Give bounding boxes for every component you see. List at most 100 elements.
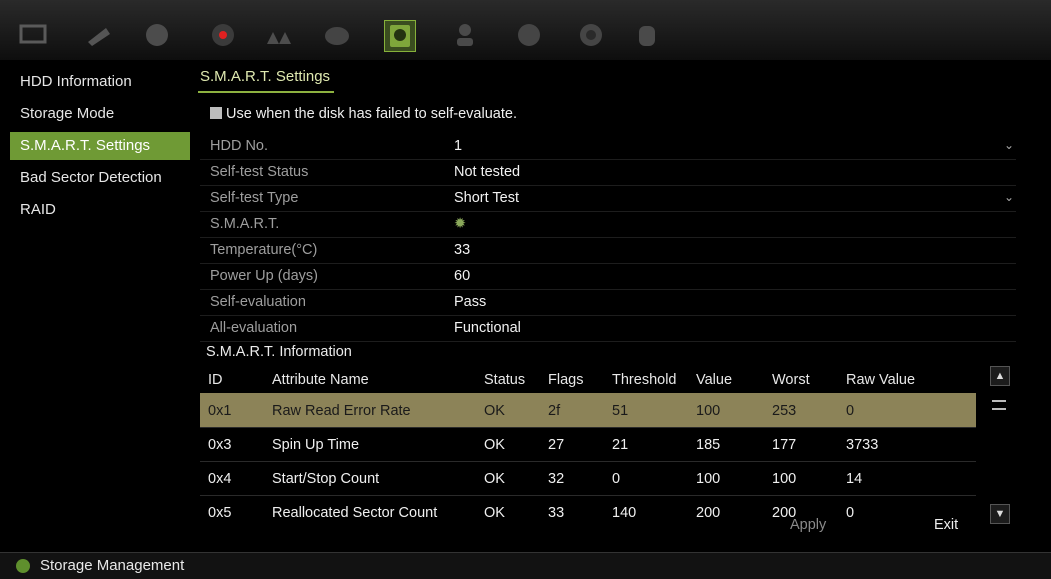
ptz-icon[interactable] xyxy=(142,20,172,50)
maintenance-icon[interactable] xyxy=(632,20,662,50)
field-label: Self-test Type xyxy=(210,190,299,206)
cell-status: OK xyxy=(484,437,505,453)
col-header-attribute-name: Attribute Name xyxy=(272,372,369,388)
field-self-test-type[interactable]: Self-test Type Short Test ⌄ xyxy=(200,187,1016,212)
field-self-test-status: Self-test Status Not tested xyxy=(200,161,1016,186)
field-label: Self-evaluation xyxy=(210,294,306,310)
cell-worst: 253 xyxy=(772,403,797,419)
tab-smart-settings[interactable]: S.M.A.R.T. Settings xyxy=(200,68,330,85)
col-header-value: Value xyxy=(696,372,733,388)
cell-threshold: 51 xyxy=(612,403,629,419)
top-menu-bar xyxy=(0,0,1051,60)
chevron-down-icon[interactable]: ⌄ xyxy=(1004,138,1014,152)
cell-raw-value: 3733 xyxy=(846,437,879,453)
info-icon[interactable] xyxy=(576,20,606,50)
scroll-down-button[interactable]: ▼ xyxy=(990,504,1010,524)
sidebar-item-smart-settings[interactable]: S.M.A.R.T. Settings xyxy=(10,132,190,160)
cell-worst: 100 xyxy=(772,471,797,487)
cell-value: 200 xyxy=(696,505,721,521)
table-row[interactable]: 0x1 Raw Read Error Rate OK 2f 51 100 253… xyxy=(200,393,976,428)
table-row[interactable]: 0x3 Spin Up Time OK 27 21 185 177 3733 xyxy=(200,427,976,462)
field-value: 1 xyxy=(454,138,463,154)
cell-flags: 33 xyxy=(548,505,565,521)
checkbox[interactable] xyxy=(210,107,222,119)
cell-id: 0x5 xyxy=(208,505,232,521)
cell-value: 100 xyxy=(696,471,721,487)
self-evaluate-checkbox-row[interactable]: Use when the disk has failed to self-eva… xyxy=(210,106,517,122)
field-label: S.M.A.R.T. xyxy=(210,216,280,232)
cell-attribute: Start/Stop Count xyxy=(272,471,380,487)
col-header-threshold: Threshold xyxy=(612,372,677,388)
scroll-up-button[interactable]: ▲ xyxy=(990,366,1010,386)
field-label: Temperature(°C) xyxy=(210,242,318,258)
monitor-icon[interactable] xyxy=(18,20,48,50)
status-indicator-icon xyxy=(16,559,30,573)
sidebar-item-raid[interactable]: RAID xyxy=(10,196,190,224)
col-header-worst: Worst xyxy=(772,372,810,388)
cell-worst: 177 xyxy=(772,437,797,453)
cell-status: OK xyxy=(484,471,505,487)
cell-raw-value: 14 xyxy=(846,471,863,487)
cell-flags: 2f xyxy=(548,403,561,419)
network-icon[interactable] xyxy=(322,20,352,50)
cell-status: OK xyxy=(484,505,505,521)
cell-attribute: Raw Read Error Rate xyxy=(272,403,411,419)
user-icon[interactable] xyxy=(450,20,480,50)
sidebar-item-hdd-information[interactable]: HDD Information xyxy=(10,68,190,96)
sidebar-item-storage-mode[interactable]: Storage Mode xyxy=(10,100,190,128)
gear-icon[interactable]: ✹ xyxy=(454,216,466,232)
field-value: 33 xyxy=(454,242,471,258)
cell-id: 0x3 xyxy=(208,437,232,453)
cell-attribute: Spin Up Time xyxy=(272,437,360,453)
field-hdd-no[interactable]: HDD No. 1 ⌄ xyxy=(200,135,1016,160)
cell-flags: 27 xyxy=(548,437,565,453)
cell-value: 100 xyxy=(696,403,721,419)
scrollbar-thumb[interactable] xyxy=(992,400,1006,410)
field-self-evaluation: Self-evaluation Pass xyxy=(200,291,1016,316)
alarm-icon[interactable] xyxy=(264,20,294,50)
chevron-down-icon[interactable]: ⌄ xyxy=(1004,190,1014,204)
cell-attribute: Reallocated Sector Count xyxy=(272,505,438,521)
hdd-icon[interactable] xyxy=(384,20,416,52)
field-value: Short Test xyxy=(454,190,520,206)
field-smart: S.M.A.R.T. ✹ xyxy=(200,213,1016,238)
cell-status: OK xyxy=(484,403,505,419)
field-label: HDD No. xyxy=(210,138,269,154)
field-power-up: Power Up (days) 60 xyxy=(200,265,1016,290)
cell-threshold: 21 xyxy=(612,437,629,453)
field-all-evaluation: All-evaluation Functional xyxy=(200,317,1016,342)
table-row[interactable]: 0x4 Start/Stop Count OK 32 0 100 100 14 xyxy=(200,461,976,496)
field-label: Power Up (days) xyxy=(210,268,318,284)
cell-id: 0x1 xyxy=(208,403,232,419)
col-header-status: Status xyxy=(484,372,526,388)
smart-table: 0x1 Raw Read Error Rate OK 2f 51 100 253… xyxy=(190,390,990,522)
sidebar: HDD Information Storage Mode S.M.A.R.T. … xyxy=(0,60,190,552)
system-icon[interactable] xyxy=(514,20,544,50)
field-temperature: Temperature(°C) 33 xyxy=(200,239,1016,264)
apply-button[interactable]: Apply xyxy=(790,517,826,533)
smart-information-title: S.M.A.R.T. Information xyxy=(206,344,352,360)
col-header-id: ID xyxy=(208,372,223,388)
cell-flags: 32 xyxy=(548,471,565,487)
field-value: Pass xyxy=(454,294,487,310)
checkbox-label: Use when the disk has failed to self-eva… xyxy=(226,106,517,122)
camera-icon[interactable] xyxy=(84,20,114,50)
status-text: Storage Management xyxy=(40,557,185,574)
cell-raw-value: 0 xyxy=(846,403,855,419)
main-panel: S.M.A.R.T. Settings Use when the disk ha… xyxy=(190,60,1051,552)
exit-button[interactable]: Exit xyxy=(934,517,958,533)
cell-threshold: 0 xyxy=(612,471,621,487)
col-header-raw-value: Raw Value xyxy=(846,372,916,388)
cell-threshold: 140 xyxy=(612,505,637,521)
cell-id: 0x4 xyxy=(208,471,232,487)
tab-underline xyxy=(198,91,334,93)
field-value: Functional xyxy=(454,320,521,336)
status-bar: Storage Management xyxy=(0,552,1051,579)
field-label: All-evaluation xyxy=(210,320,298,336)
record-icon[interactable] xyxy=(208,20,238,50)
sidebar-item-bad-sector-detection[interactable]: Bad Sector Detection xyxy=(10,164,190,192)
field-value: 60 xyxy=(454,268,471,284)
table-row[interactable]: 0x5 Reallocated Sector Count OK 33 140 2… xyxy=(200,495,976,522)
field-value: Not tested xyxy=(454,164,521,180)
cell-raw-value: 0 xyxy=(846,505,855,521)
